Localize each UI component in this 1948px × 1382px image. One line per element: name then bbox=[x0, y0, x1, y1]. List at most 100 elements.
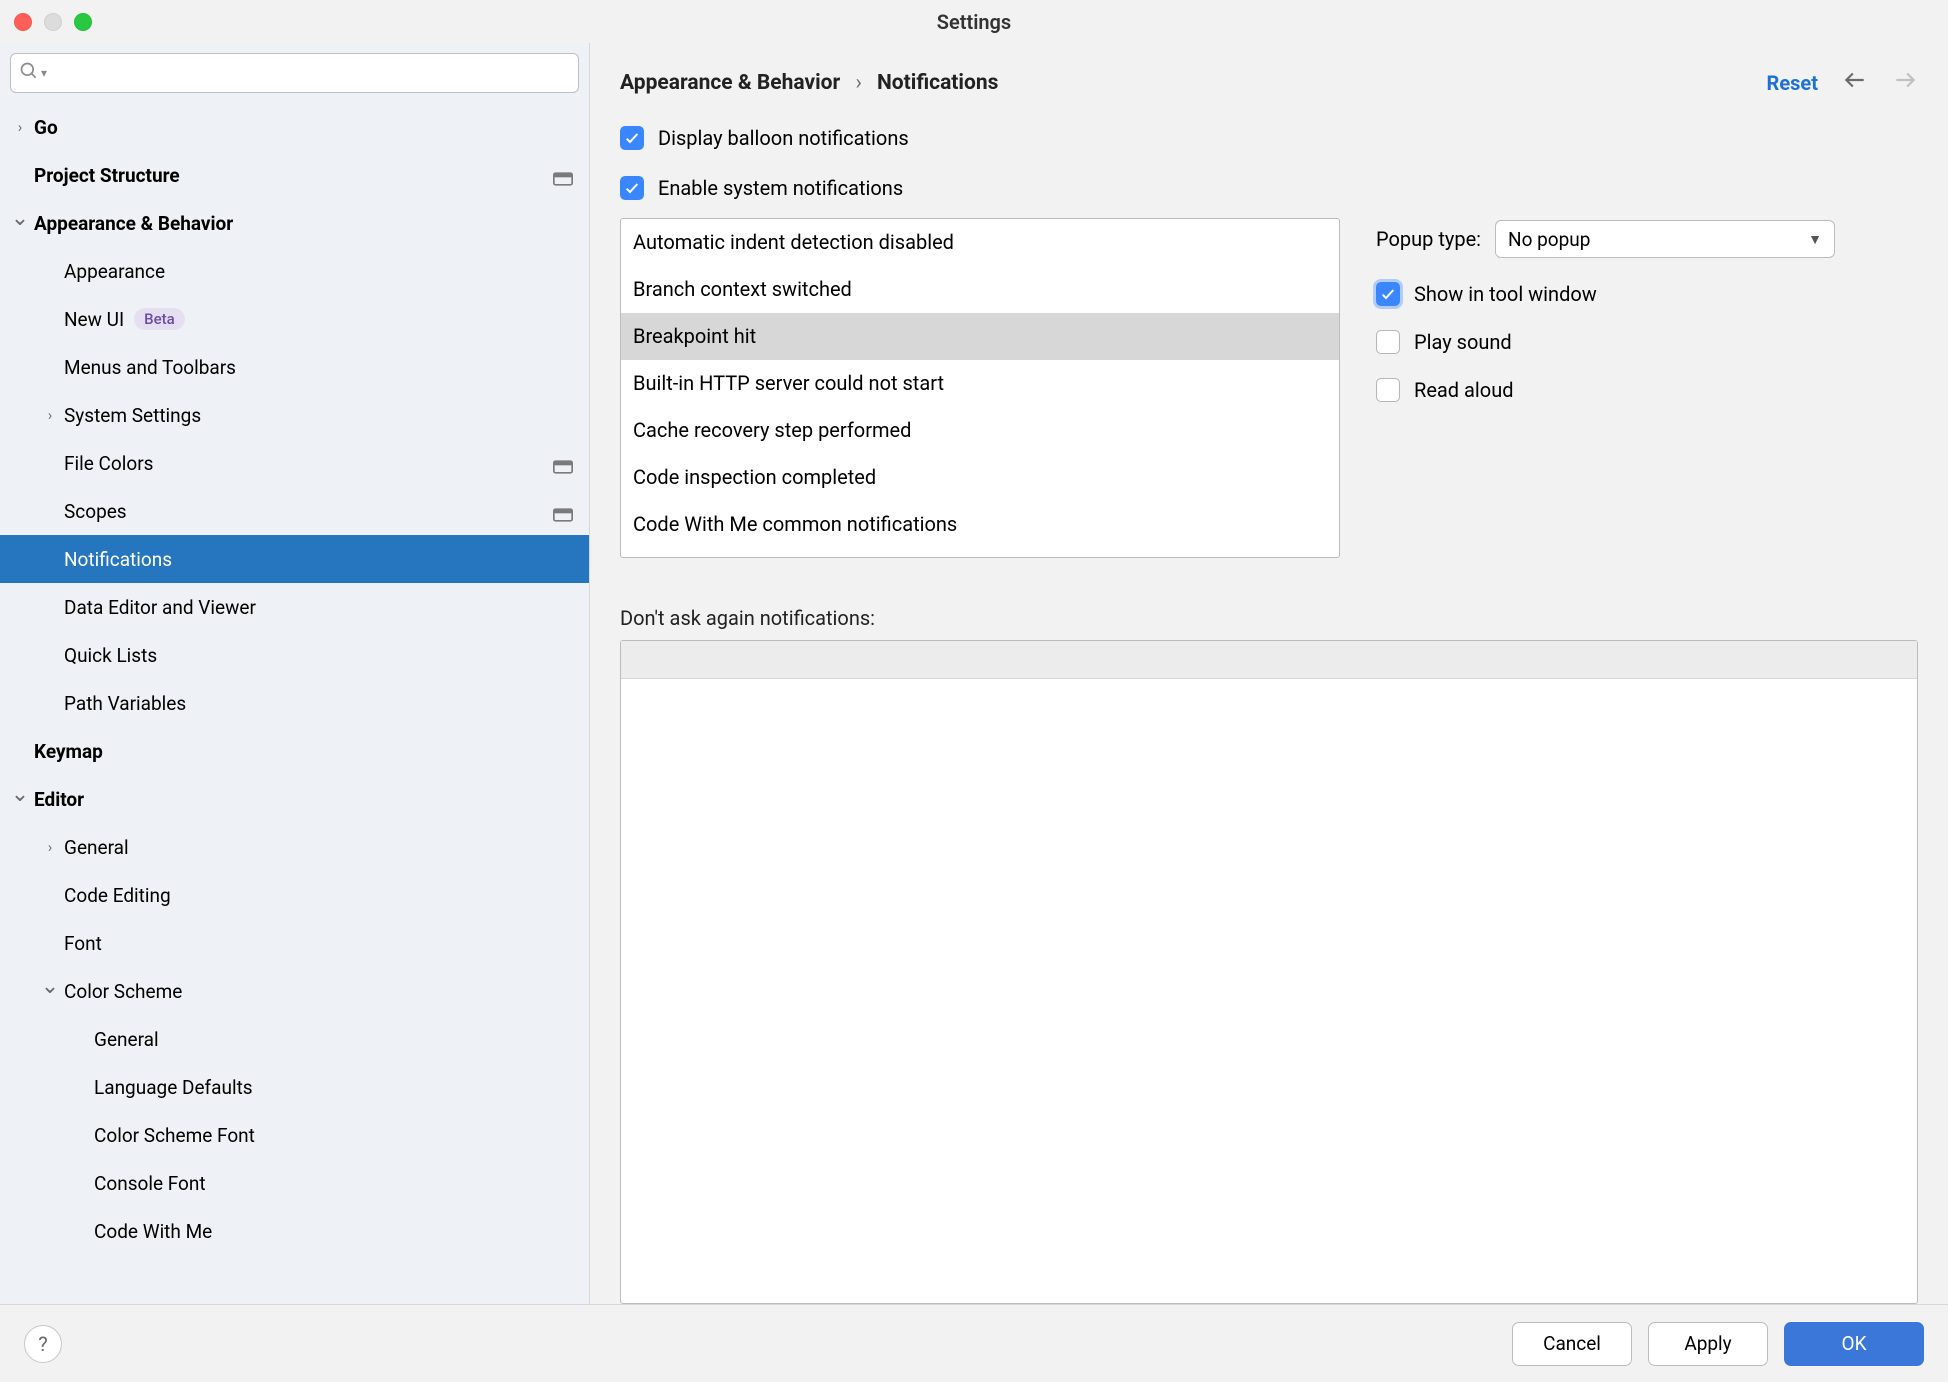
popup-type-select[interactable]: No popup ▼ bbox=[1495, 220, 1835, 258]
sidebar-item-scopes[interactable]: ›Scopes bbox=[0, 487, 589, 535]
project-level-icon bbox=[553, 504, 573, 518]
enable-system-row[interactable]: Enable system notifications bbox=[620, 176, 1918, 200]
sidebar-item-label: Menus and Toolbars bbox=[64, 356, 236, 379]
display-balloon-checkbox[interactable] bbox=[620, 126, 644, 150]
sidebar-item-general[interactable]: ›General bbox=[0, 823, 589, 871]
chevron-right-icon[interactable]: › bbox=[36, 406, 64, 424]
sidebar-item-color-scheme-font[interactable]: ›Color Scheme Font bbox=[0, 1111, 589, 1159]
sidebar-item-general[interactable]: ›General bbox=[0, 1015, 589, 1063]
sidebar-item-label: Appearance & Behavior bbox=[34, 212, 233, 235]
content-area: Appearance & Behavior › Notifications Re… bbox=[590, 43, 1948, 1304]
sidebar-item-project-structure[interactable]: ›Project Structure bbox=[0, 151, 589, 199]
project-level-icon bbox=[553, 456, 573, 470]
sidebar-item-system-settings[interactable]: ›System Settings bbox=[0, 391, 589, 439]
sidebar-item-label: Appearance bbox=[64, 260, 165, 283]
sidebar-item-label: Scopes bbox=[64, 500, 127, 523]
footer: ? Cancel Apply OK bbox=[0, 1304, 1948, 1382]
search-input[interactable] bbox=[47, 63, 570, 84]
notification-type-item[interactable]: Built-in HTTP server could not start bbox=[621, 360, 1339, 407]
sidebar-item-data-editor-and-viewer[interactable]: ›Data Editor and Viewer bbox=[0, 583, 589, 631]
sidebar-item-font[interactable]: ›Font bbox=[0, 919, 589, 967]
sidebar-item-label: Data Editor and Viewer bbox=[64, 596, 256, 619]
sidebar-item-color-scheme[interactable]: ⌄Color Scheme bbox=[0, 967, 589, 1015]
popup-type-row: Popup type: No popup ▼ bbox=[1376, 220, 1835, 258]
enable-system-checkbox[interactable] bbox=[620, 176, 644, 200]
help-button[interactable]: ? bbox=[24, 1325, 62, 1363]
notification-types-list[interactable]: Automatic indent detection disabledBranc… bbox=[620, 218, 1340, 558]
chevron-right-icon[interactable]: › bbox=[6, 118, 34, 136]
sidebar-item-label: Color Scheme bbox=[64, 980, 182, 1003]
sidebar-item-code-with-me[interactable]: ›Code With Me bbox=[0, 1207, 589, 1255]
show-tool-window-row[interactable]: Show in tool window bbox=[1376, 282, 1835, 306]
chevron-down-icon[interactable]: ⌄ bbox=[6, 790, 34, 800]
chevron-down-icon[interactable]: ⌄ bbox=[36, 982, 64, 992]
cancel-button[interactable]: Cancel bbox=[1512, 1322, 1632, 1366]
play-sound-label: Play sound bbox=[1414, 330, 1512, 354]
read-aloud-checkbox[interactable] bbox=[1376, 378, 1400, 402]
sidebar-item-label: Path Variables bbox=[64, 692, 186, 715]
notification-type-item[interactable]: Automatic indent detection disabled bbox=[621, 219, 1339, 266]
apply-button[interactable]: Apply bbox=[1648, 1322, 1768, 1366]
sidebar-item-label: Code Editing bbox=[64, 884, 171, 907]
sidebar-item-keymap[interactable]: ›Keymap bbox=[0, 727, 589, 775]
sidebar-item-quick-lists[interactable]: ›Quick Lists bbox=[0, 631, 589, 679]
footer-buttons: Cancel Apply OK bbox=[1512, 1322, 1924, 1366]
sidebar-item-file-colors[interactable]: ›File Colors bbox=[0, 439, 589, 487]
reset-button[interactable]: Reset bbox=[1767, 71, 1818, 95]
sidebar-item-path-variables[interactable]: ›Path Variables bbox=[0, 679, 589, 727]
settings-tree[interactable]: ›Go›Project Structure⌄Appearance & Behav… bbox=[0, 99, 589, 1304]
sidebar-item-label: Project Structure bbox=[34, 164, 180, 187]
sidebar-item-editor[interactable]: ⌄Editor bbox=[0, 775, 589, 823]
popup-type-value: No popup bbox=[1508, 228, 1590, 251]
sidebar-item-label: File Colors bbox=[64, 452, 153, 475]
display-balloon-label: Display balloon notifications bbox=[658, 126, 909, 150]
sidebar-item-go[interactable]: ›Go bbox=[0, 103, 589, 151]
sidebar-item-appearance-behavior[interactable]: ⌄Appearance & Behavior bbox=[0, 199, 589, 247]
ok-button[interactable]: OK bbox=[1784, 1322, 1924, 1366]
sidebar-item-label: General bbox=[64, 836, 129, 859]
notifications-config-row: Automatic indent detection disabledBranc… bbox=[620, 218, 1918, 558]
sidebar-item-label: New UI bbox=[64, 308, 124, 331]
play-sound-checkbox[interactable] bbox=[1376, 330, 1400, 354]
sidebar-item-console-font[interactable]: ›Console Font bbox=[0, 1159, 589, 1207]
show-tool-window-label: Show in tool window bbox=[1414, 282, 1597, 306]
content-body: Display balloon notifications Enable sys… bbox=[590, 108, 1948, 1304]
breadcrumb-segment[interactable]: Appearance & Behavior bbox=[620, 71, 840, 95]
forward-icon bbox=[1892, 67, 1918, 98]
display-balloon-row[interactable]: Display balloon notifications bbox=[620, 126, 1918, 150]
notification-type-item[interactable]: Code inspection completed bbox=[621, 454, 1339, 501]
enable-system-label: Enable system notifications bbox=[658, 176, 903, 200]
chevron-down-icon[interactable]: ⌄ bbox=[6, 214, 34, 224]
sidebar-item-new-ui[interactable]: ›New UIBeta bbox=[0, 295, 589, 343]
dont-ask-list[interactable] bbox=[620, 640, 1918, 1304]
window-title: Settings bbox=[0, 10, 1948, 34]
search-box[interactable]: ▾ bbox=[10, 53, 579, 93]
notification-type-item[interactable]: Branch context switched bbox=[621, 266, 1339, 313]
sidebar-item-label: System Settings bbox=[64, 404, 201, 427]
notification-type-item[interactable]: Code With Me common notifications bbox=[621, 501, 1339, 548]
sidebar-item-notifications[interactable]: ›Notifications bbox=[0, 535, 589, 583]
sidebar-item-label: Font bbox=[64, 932, 102, 955]
sidebar-item-language-defaults[interactable]: ›Language Defaults bbox=[0, 1063, 589, 1111]
content-header: Appearance & Behavior › Notifications Re… bbox=[590, 43, 1948, 108]
titlebar: Settings bbox=[0, 0, 1948, 43]
read-aloud-row[interactable]: Read aloud bbox=[1376, 378, 1835, 402]
sidebar-item-code-editing[interactable]: ›Code Editing bbox=[0, 871, 589, 919]
chevron-right-icon[interactable]: › bbox=[36, 838, 64, 856]
sidebar-item-label: Language Defaults bbox=[94, 1076, 253, 1099]
read-aloud-label: Read aloud bbox=[1414, 378, 1514, 402]
main-split: ▾ ›Go›Project Structure⌄Appearance & Beh… bbox=[0, 43, 1948, 1304]
search-wrap: ▾ bbox=[0, 43, 589, 99]
show-tool-window-checkbox[interactable] bbox=[1376, 282, 1400, 306]
back-icon[interactable] bbox=[1842, 67, 1868, 98]
project-level-icon bbox=[553, 168, 573, 182]
play-sound-row[interactable]: Play sound bbox=[1376, 330, 1835, 354]
sidebar-item-label: Keymap bbox=[34, 740, 103, 763]
notification-type-item[interactable]: Cache recovery step performed bbox=[621, 407, 1339, 454]
sidebar-item-label: Color Scheme Font bbox=[94, 1124, 255, 1147]
sidebar-item-appearance[interactable]: ›Appearance bbox=[0, 247, 589, 295]
notification-type-item[interactable]: Breakpoint hit bbox=[621, 313, 1339, 360]
sidebar-item-menus-and-toolbars[interactable]: ›Menus and Toolbars bbox=[0, 343, 589, 391]
notification-type-item[interactable]: Code With Me session notifications bbox=[621, 548, 1339, 558]
sidebar-item-label: Console Font bbox=[94, 1172, 206, 1195]
